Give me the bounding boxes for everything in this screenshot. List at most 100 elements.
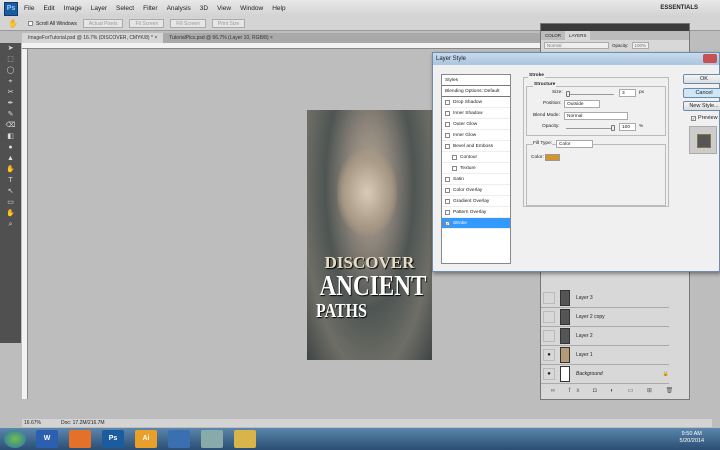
actual-pixels-button[interactable]: Actual Pixels	[82, 19, 124, 28]
tool-14-icon[interactable]: ▭	[5, 198, 17, 207]
menu-file[interactable]: File	[24, 5, 34, 12]
panel-header[interactable]	[541, 24, 689, 31]
tab-layers[interactable]: LAYERS	[565, 31, 591, 40]
workspace-switcher[interactable]: ESSENTIALS	[660, 5, 698, 11]
menu-filter[interactable]: Filter	[143, 5, 157, 12]
layer-row[interactable]: Layer 2	[541, 327, 669, 346]
preview-checkbox[interactable]: ✓	[691, 116, 696, 121]
layer-row[interactable]: ● Layer 1	[541, 346, 669, 365]
new-style-button[interactable]: New Style...	[683, 101, 720, 111]
layers-footer-icons[interactable]: ∞ fx ◘ ◐ ▭ ⊞ 🗑	[541, 384, 689, 398]
stroke-color-swatch[interactable]	[545, 154, 560, 161]
tool-13-icon[interactable]: ↖	[5, 187, 17, 196]
style-item-color-overlay[interactable]: Color Overlay	[442, 185, 510, 196]
ok-button[interactable]: OK	[683, 74, 720, 84]
tool-12-icon[interactable]: T	[5, 176, 17, 185]
tool-0-icon[interactable]: ➤	[5, 44, 17, 53]
style-item-blending-options-default[interactable]: Blending Options: Default	[442, 86, 510, 97]
tool-8-icon[interactable]: ◧	[5, 132, 17, 141]
tool-11-icon[interactable]: ✋	[5, 165, 17, 174]
tool-16-icon[interactable]: ⌕	[5, 220, 17, 229]
scroll-all-checkbox[interactable]	[27, 21, 33, 26]
position-select[interactable]: Outside	[564, 100, 600, 108]
close-button[interactable]	[703, 54, 717, 63]
style-item-satin[interactable]: Satin	[442, 174, 510, 185]
tool-7-icon[interactable]: ⌫	[5, 121, 17, 130]
tool-10-icon[interactable]: ▲	[5, 154, 17, 163]
menu-3d[interactable]: 3D	[200, 5, 208, 12]
tool-3-icon[interactable]: ⌖	[5, 77, 17, 86]
style-item-inner-shadow[interactable]: Inner Shadow	[442, 108, 510, 119]
menu-edit[interactable]: Edit	[43, 5, 54, 12]
fill-type-select[interactable]: Color	[556, 140, 593, 148]
tab-tutorial-pics[interactable]: TutorialPics.psd @ 66.7% (Layer 10, RGB/…	[163, 33, 279, 43]
menu-layer[interactable]: Layer	[91, 5, 107, 12]
clock[interactable]: 9:50 AM 5/20/2014	[680, 431, 704, 445]
fill-screen-button[interactable]: Fill Screen	[170, 19, 206, 28]
layer-row[interactable]: ● Background 🔒	[541, 365, 669, 384]
checkbox[interactable]	[445, 143, 450, 149]
checkbox[interactable]	[452, 165, 457, 171]
blend-mode-select[interactable]: Normal	[544, 41, 609, 49]
zoom-level[interactable]: 16.67%	[24, 419, 41, 427]
start-button[interactable]	[4, 430, 26, 448]
tool-9-icon[interactable]: ●	[5, 143, 17, 152]
style-item-stroke[interactable]: ✓ Stroke	[442, 218, 510, 229]
style-item-inner-glow[interactable]: Inner Glow	[442, 130, 510, 141]
menu-select[interactable]: Select	[116, 5, 134, 12]
style-item-gradient-overlay[interactable]: Gradient Overlay	[442, 196, 510, 207]
layer-row[interactable]: Layer 3	[541, 289, 669, 308]
tab-image-for-tutorial[interactable]: ImageForTutorial.psd @ 16.7% (DISCOVER, …	[22, 33, 164, 43]
checkbox[interactable]	[445, 121, 450, 127]
menu-image[interactable]: Image	[64, 5, 82, 12]
hand-tool-icon[interactable]: ✋	[8, 19, 18, 28]
style-item-bevel-and-emboss[interactable]: Bevel and Emboss	[442, 141, 510, 152]
taskbar-app-5[interactable]	[201, 430, 223, 448]
checkbox[interactable]	[445, 187, 450, 193]
style-item-styles[interactable]: Styles	[442, 75, 510, 86]
tool-6-icon[interactable]: ✎	[5, 110, 17, 119]
size-slider[interactable]	[566, 91, 614, 97]
visibility-toggle[interactable]	[543, 292, 555, 304]
taskbar-app-2[interactable]: Ps	[102, 430, 124, 448]
eye-icon[interactable]: ●	[543, 368, 555, 380]
checkbox[interactable]	[445, 110, 450, 116]
menu-help[interactable]: Help	[272, 5, 285, 12]
opacity-field[interactable]: 100%	[631, 41, 650, 49]
taskbar-app-6[interactable]	[234, 430, 256, 448]
tool-4-icon[interactable]: ✂	[5, 88, 17, 97]
print-size-button[interactable]: Print Size	[211, 19, 246, 28]
eye-icon[interactable]: ●	[543, 349, 555, 361]
size-field[interactable]: 3	[619, 89, 636, 97]
taskbar-app-4[interactable]	[168, 430, 190, 448]
opacity-field[interactable]: 100	[619, 123, 636, 131]
tool-2-icon[interactable]: ◯	[5, 66, 17, 75]
menu-window[interactable]: Window	[240, 5, 263, 12]
tool-5-icon[interactable]: ✒	[5, 99, 17, 108]
checkbox[interactable]	[445, 198, 450, 204]
blend-mode-select[interactable]: Normal	[564, 112, 628, 120]
taskbar-app-0[interactable]: W	[36, 430, 58, 448]
cancel-button[interactable]: Cancel	[683, 88, 720, 98]
checkbox[interactable]	[445, 209, 450, 215]
checkbox[interactable]	[445, 132, 450, 138]
style-item-pattern-overlay[interactable]: Pattern Overlay	[442, 207, 510, 218]
checkbox[interactable]	[452, 154, 457, 160]
menu-analysis[interactable]: Analysis	[167, 5, 191, 12]
document-canvas[interactable]: DISCOVER ANCIENT PATHS	[307, 110, 432, 360]
tab-color[interactable]: COLOR	[541, 31, 565, 40]
opacity-slider[interactable]	[566, 125, 615, 131]
style-item-drop-shadow[interactable]: Drop Shadow	[442, 97, 510, 108]
checkbox[interactable]: ✓	[445, 220, 450, 226]
style-item-contour[interactable]: Contour	[442, 152, 510, 163]
fit-screen-button[interactable]: Fit Screen	[129, 19, 165, 28]
style-item-texture[interactable]: Texture	[442, 163, 510, 174]
layer-row[interactable]: Layer 2 copy	[541, 308, 669, 327]
visibility-toggle[interactable]	[543, 330, 555, 342]
tool-15-icon[interactable]: ✋	[5, 209, 17, 218]
checkbox[interactable]	[445, 99, 450, 105]
tool-1-icon[interactable]: ⬚	[5, 55, 17, 64]
taskbar-app-1[interactable]	[69, 430, 91, 448]
taskbar-app-3[interactable]: Ai	[135, 430, 157, 448]
menu-view[interactable]: View	[217, 5, 231, 12]
